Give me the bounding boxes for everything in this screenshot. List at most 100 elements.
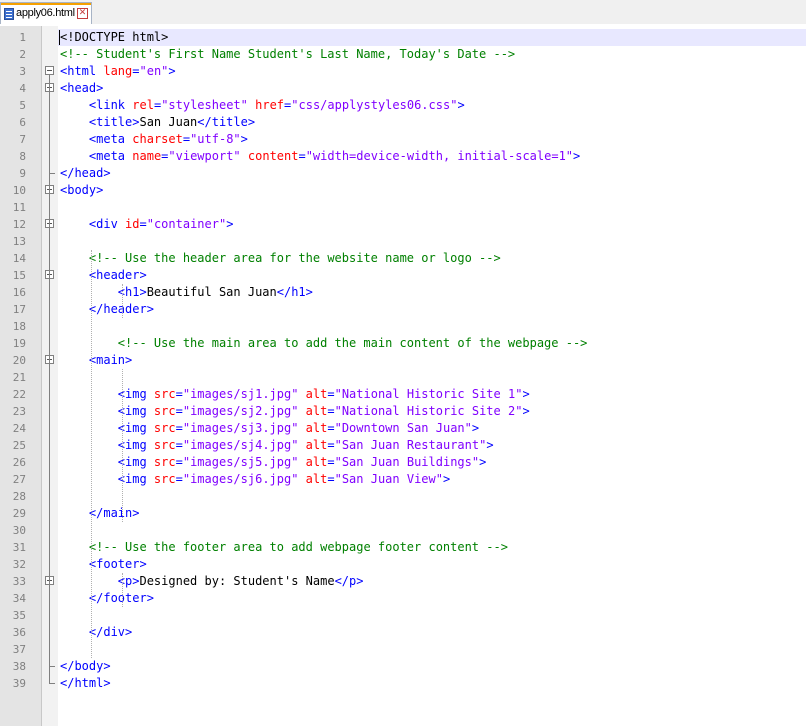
code-line[interactable]: 9 </head> bbox=[0, 165, 806, 182]
code-line[interactable]: 25 <img src="images/sj4.jpg" alt="San Ju… bbox=[0, 437, 806, 454]
code-line[interactable]: 16 <h1>Beautiful San Juan</h1> bbox=[0, 284, 806, 301]
code-token: Beautiful San Juan bbox=[146, 285, 277, 299]
code-line[interactable]: 24 <img src="images/sj3.jpg" alt="Downto… bbox=[0, 420, 806, 437]
code-token: = bbox=[327, 455, 335, 469]
code-line[interactable]: 7 <meta charset="utf-8"> bbox=[0, 131, 806, 148]
code-line[interactable]: 8 <meta name="viewport" content="width=d… bbox=[0, 148, 806, 165]
code-editor[interactable]: 1 <!DOCTYPE html> 2 <!-- Student's First Na… bbox=[0, 26, 806, 726]
code-line[interactable]: 10 <body> bbox=[0, 182, 806, 199]
line-number: 1 bbox=[19, 31, 26, 44]
code-line[interactable]: 29 </main> bbox=[0, 505, 806, 522]
code-text: <!-- Use the header area for the website… bbox=[60, 250, 501, 267]
code-line[interactable]: 36 </div> bbox=[0, 624, 806, 641]
line-number: 2 bbox=[19, 48, 26, 61]
code-line[interactable]: 4 <head> bbox=[0, 80, 806, 97]
code-token: rel bbox=[132, 98, 154, 112]
code-token: = bbox=[327, 438, 335, 452]
code-text: <!-- Use the footer area to add webpage … bbox=[60, 539, 508, 556]
code-line[interactable]: 38 </body> bbox=[0, 658, 806, 675]
code-line[interactable]: 34 </footer> bbox=[0, 590, 806, 607]
code-token: <footer> bbox=[88, 557, 147, 571]
line-number: 37 bbox=[12, 643, 26, 656]
code-line[interactable]: 11 bbox=[0, 199, 806, 216]
code-token: > bbox=[457, 98, 465, 112]
code-token: "container" bbox=[146, 217, 227, 231]
code-line[interactable]: 6 <title>San Juan</title> bbox=[0, 114, 806, 131]
code-line[interactable]: 17 </header> bbox=[0, 301, 806, 318]
line-number: 7 bbox=[19, 133, 26, 146]
code-line[interactable]: 20 <main> bbox=[0, 352, 806, 369]
code-token: > bbox=[486, 438, 494, 452]
code-line[interactable]: 22 <img src="images/sj1.jpg" alt="Nation… bbox=[0, 386, 806, 403]
code-token: </title> bbox=[197, 115, 256, 129]
code-text: </header> bbox=[60, 301, 154, 318]
code-token: "images/sj4.jpg" bbox=[182, 438, 299, 452]
code-line[interactable]: 39 </html> bbox=[0, 675, 806, 692]
code-line[interactable]: 15 <header> bbox=[0, 267, 806, 284]
code-line[interactable]: 27 <img src="images/sj6.jpg" alt="San Ju… bbox=[0, 471, 806, 488]
line-number: 31 bbox=[12, 541, 26, 554]
code-text: </div> bbox=[60, 624, 132, 641]
line-number: 9 bbox=[19, 167, 26, 180]
line-number: 16 bbox=[12, 286, 26, 299]
code-text: <footer> bbox=[60, 556, 147, 573]
code-line[interactable]: 23 <img src="images/sj2.jpg" alt="Nation… bbox=[0, 403, 806, 420]
code-text: <!-- Use the main area to add the main c… bbox=[60, 335, 588, 352]
code-token: alt bbox=[305, 404, 328, 418]
code-line[interactable]: 32 <footer> bbox=[0, 556, 806, 573]
code-line[interactable]: 19 <!-- Use the main area to add the mai… bbox=[0, 335, 806, 352]
fold-collapse-icon[interactable] bbox=[45, 66, 54, 75]
code-token: = bbox=[175, 404, 183, 418]
line-number: 13 bbox=[12, 235, 26, 248]
code-token: "images/sj1.jpg" bbox=[182, 387, 299, 401]
close-icon[interactable]: ✕ bbox=[77, 8, 88, 19]
indent-guide bbox=[91, 250, 93, 658]
line-number: 35 bbox=[12, 609, 26, 622]
code-token: alt bbox=[305, 455, 328, 469]
code-line[interactable]: 28 bbox=[0, 488, 806, 505]
code-line[interactable]: 14 <!-- Use the header area for the webs… bbox=[0, 250, 806, 267]
code-token: > bbox=[168, 64, 176, 78]
code-line[interactable]: 1 <!DOCTYPE html> bbox=[0, 29, 806, 46]
code-line[interactable]: 35 bbox=[0, 607, 806, 624]
code-token: > bbox=[573, 149, 581, 163]
code-line[interactable]: 31 <!-- Use the footer area to add webpa… bbox=[0, 539, 806, 556]
line-number: 14 bbox=[12, 252, 26, 265]
code-token: "css/applystyles06.css" bbox=[291, 98, 458, 112]
line-number: 20 bbox=[12, 354, 26, 367]
code-line[interactable]: 2 <!-- Student's First Name Student's Las… bbox=[0, 46, 806, 63]
line-number: 39 bbox=[12, 677, 26, 690]
code-token: src bbox=[153, 387, 176, 401]
code-text: <title>San Juan</title> bbox=[60, 114, 255, 131]
code-text: <main> bbox=[60, 352, 132, 369]
code-line[interactable]: 3 <html lang="en"> bbox=[0, 63, 806, 80]
code-line[interactable]: 5 <link rel="stylesheet" href="css/apply… bbox=[0, 97, 806, 114]
code-line[interactable]: 30 bbox=[0, 522, 806, 539]
code-line[interactable]: 13 bbox=[0, 233, 806, 250]
code-line[interactable]: 18 bbox=[0, 318, 806, 335]
code-line[interactable]: 33 <p>Designed by: Student's Name</p> bbox=[0, 573, 806, 590]
indent-guide bbox=[122, 573, 124, 607]
code-line[interactable]: 21 bbox=[0, 369, 806, 386]
line-number: 23 bbox=[12, 405, 26, 418]
tab-apply06-html[interactable]: apply06.html ✕ bbox=[0, 2, 92, 24]
fold-tree-line bbox=[49, 75, 50, 679]
code-token: src bbox=[153, 455, 176, 469]
code-line[interactable]: 37 bbox=[0, 641, 806, 658]
code-text: </html> bbox=[60, 675, 111, 692]
code-line[interactable]: 26 <img src="images/sj5.jpg" alt="San Ju… bbox=[0, 454, 806, 471]
code-token: "stylesheet" bbox=[161, 98, 248, 112]
code-token: = bbox=[139, 217, 147, 231]
line-number: 28 bbox=[12, 490, 26, 503]
code-line[interactable]: 12 <div id="container"> bbox=[0, 216, 806, 233]
